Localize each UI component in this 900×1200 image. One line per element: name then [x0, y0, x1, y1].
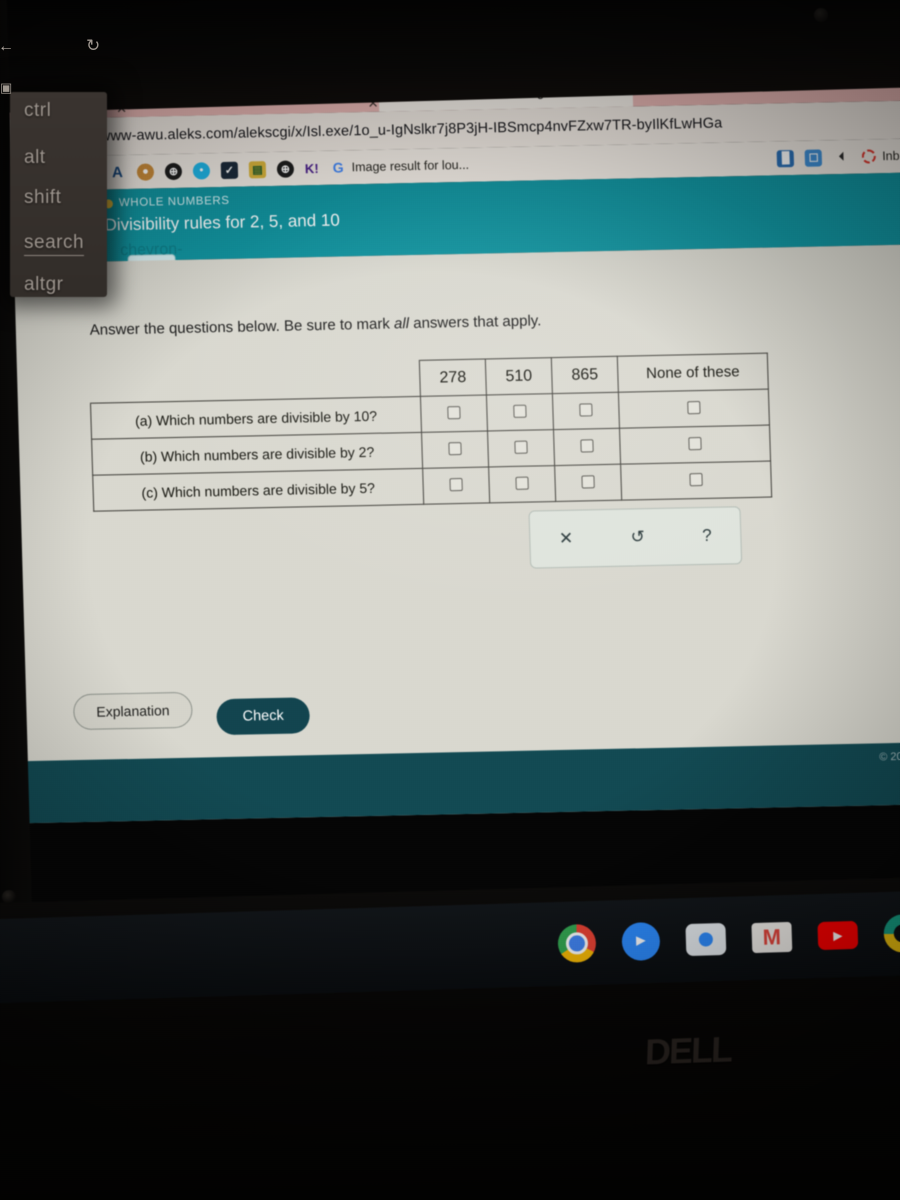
column-header-865: 865 [551, 356, 619, 394]
checkbox-cell-b-278[interactable] [421, 430, 489, 469]
divisibility-answer-table: 278 510 865 None of these (a) Which numb… [89, 353, 772, 512]
google-g-icon: G [332, 159, 344, 176]
checkbox-icon[interactable] [448, 441, 462, 455]
aleks-footer-strip: © 2021 M [2, 741, 900, 824]
key-altgr: altgr [24, 274, 64, 295]
aleks-question-area: Answer the questions below. Be sure to m… [0, 244, 900, 824]
checkbox-icon[interactable] [449, 477, 463, 491]
checkbox-cell-a-510[interactable] [486, 393, 554, 431]
dell-brand-logo: DELL [644, 1028, 732, 1073]
key-window-icon: ▣ [0, 80, 13, 95]
key-search: search [24, 232, 85, 256]
key-reload-icon: ↻ [86, 36, 101, 55]
checkbox-icon[interactable] [447, 405, 461, 419]
avatar-icon: ● [136, 162, 155, 181]
bookmark-green-book[interactable]: ▤ [248, 160, 267, 178]
checkbox-cell-c-278[interactable] [422, 466, 490, 505]
action-buttons: Explanation Check [1, 676, 900, 736]
bookmark-inbox[interactable]: Inbox [861, 148, 900, 165]
key-shift: shift [24, 187, 62, 208]
bookmark-label: Image result for lou... [351, 157, 470, 175]
checkmark-icon: ✓ [220, 161, 239, 179]
checkbox-cell-b-none[interactable] [619, 425, 771, 465]
checkbox-icon[interactable] [515, 476, 529, 490]
aleks-a-icon: A [111, 163, 124, 181]
undo-icon[interactable]: ↺ [630, 527, 645, 547]
blue-circle-icon: • [192, 161, 211, 180]
column-header-none: None of these [617, 353, 769, 393]
bookmark-globe-dark[interactable]: ⊕ [164, 162, 183, 180]
checkbox-cell-a-none[interactable] [618, 389, 770, 429]
lesson-category-label: WHOLE NUMBERS [118, 194, 230, 210]
address-bar[interactable]: www-awu.aleks.com/alekscgi/x/Isl.exe/1o_… [100, 116, 723, 145]
key-alt: alt [24, 147, 46, 168]
bookmark-blue-circle[interactable]: • [192, 161, 211, 180]
checkbox-cell-b-865[interactable] [553, 428, 621, 466]
green-book-icon: ▤ [248, 160, 267, 178]
answer-tool-palette: ✕ ↺ ? [528, 506, 743, 569]
bookmark-contact-card[interactable]: ☐ [804, 148, 823, 167]
checkbox-icon[interactable] [513, 404, 527, 418]
history-clock-icon: ⏴ [838, 150, 845, 163]
globe-dark2-icon: ⊕ [276, 159, 295, 178]
checkbox-icon[interactable] [514, 440, 528, 454]
camera-icon[interactable] [685, 922, 727, 957]
checkbox-icon[interactable] [580, 438, 594, 453]
help-icon[interactable]: ? [702, 526, 712, 546]
contact-card-icon: ☐ [804, 148, 823, 167]
checkbox-icon[interactable] [687, 400, 701, 414]
chromebook-screen: c Clever | Portal ✕ Grades for Diana Mad… [0, 58, 900, 907]
checkbox-cell-c-865[interactable] [554, 464, 622, 502]
clear-icon[interactable]: ✕ [559, 529, 574, 549]
bookmark-avatar[interactable]: ● [136, 162, 155, 181]
chart-bookmark2-icon: █ [776, 149, 795, 167]
prompt-emphasis: all [393, 315, 410, 333]
bookmark-checkmark[interactable]: ✓ [220, 161, 239, 179]
bookmarks-spacer [480, 159, 766, 165]
checkbox-cell-c-510[interactable] [488, 465, 556, 503]
bookmark-aleks[interactable]: A [109, 164, 127, 181]
column-header-278: 278 [419, 359, 487, 397]
canvas-ring-icon [861, 148, 877, 164]
bookmark-history[interactable]: ⏴ [833, 148, 851, 165]
checkbox-icon[interactable] [581, 474, 595, 489]
checkbox-icon[interactable] [579, 402, 593, 417]
webcam-icon [814, 8, 828, 22]
checkbox-cell-a-865[interactable] [552, 392, 620, 430]
check-button[interactable]: Check [216, 697, 311, 736]
checkbox-cell-a-278[interactable] [420, 394, 488, 433]
checkbox-cell-c-none[interactable] [620, 461, 772, 501]
youtube-icon[interactable]: ▶ [817, 920, 859, 951]
row-label-c: (c) Which numbers are divisible by 5? [92, 468, 424, 512]
bezel-hole [2, 890, 16, 904]
circle-app-icon[interactable] [883, 913, 900, 954]
explanation-button[interactable]: Explanation [72, 691, 194, 731]
gmail-icon[interactable]: M [751, 921, 793, 954]
checkbox-icon[interactable] [688, 436, 702, 450]
question-prompt: Answer the questions below. Be sure to m… [89, 304, 900, 339]
copyright-text: © 2021 M [879, 750, 900, 764]
bookmark-label: Inbox [881, 148, 900, 164]
key-back-arrow-icon: ← [0, 38, 14, 55]
bookmark-kahoot[interactable]: K! [305, 160, 319, 175]
bookmark-chart-2[interactable]: █ [776, 149, 795, 167]
prompt-prefix: Answer the questions below. Be sure to m… [89, 315, 395, 339]
keyboard-key-overlay: ctrl alt shift search altgr [10, 92, 107, 297]
bookmark-globe-dark-2[interactable]: ⊕ [276, 159, 295, 178]
key-ctrl: ctrl [24, 100, 52, 121]
laptop-photo: c Clever | Portal ✕ Grades for Diana Mad… [0, 0, 900, 1200]
zoom-icon[interactable]: ► [621, 921, 661, 962]
column-header-510: 510 [485, 357, 553, 395]
prompt-suffix: answers that apply. [408, 312, 542, 333]
checkbox-cell-b-510[interactable] [487, 429, 555, 467]
checkbox-icon[interactable] [689, 472, 703, 486]
kahoot-icon: K! [304, 160, 319, 176]
globe-dark-icon: ⊕ [164, 162, 183, 180]
bookmark-image-result[interactable]: G Image result for lou... [329, 156, 469, 176]
chrome-icon[interactable] [557, 923, 597, 963]
